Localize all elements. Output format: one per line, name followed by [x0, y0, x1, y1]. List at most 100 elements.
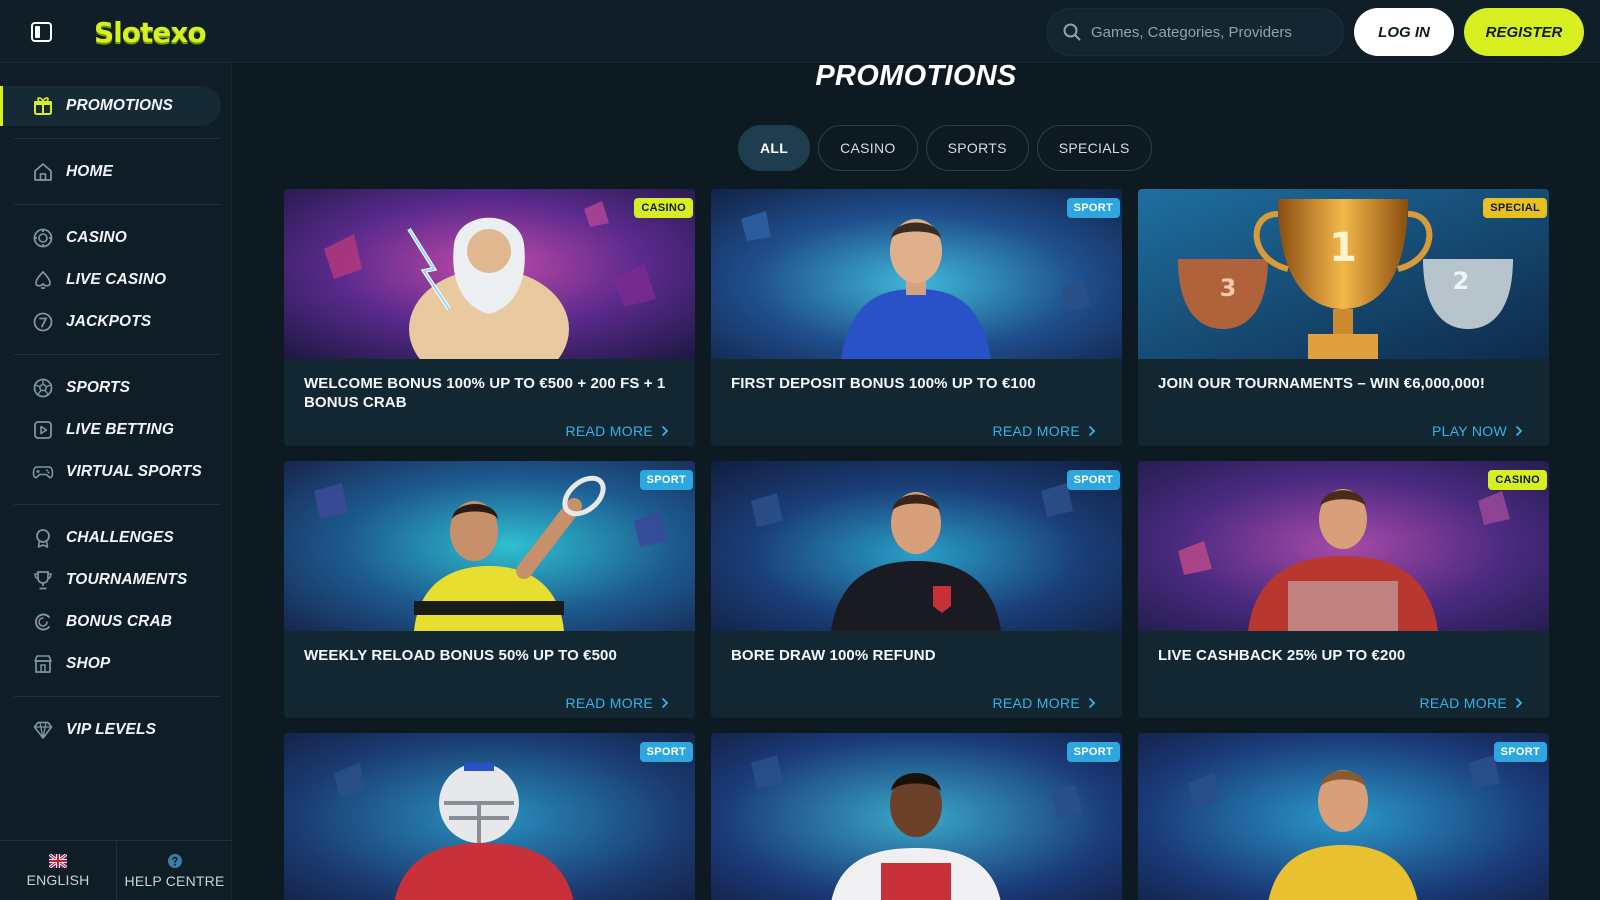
promo-card[interactable]: SPORT	[711, 733, 1122, 900]
tab-sports[interactable]: SPORTS	[925, 125, 1029, 171]
svg-text:3: 3	[1220, 274, 1237, 302]
sidebar-item-tournaments[interactable]: TOURNAMENTS	[0, 560, 221, 600]
help-icon	[167, 854, 182, 868]
category-badge: CASINO	[1488, 470, 1547, 490]
promo-image-tennis-player	[284, 461, 695, 631]
sidebar-divider	[14, 504, 221, 505]
sidebar-item-casino[interactable]: CASINO	[0, 218, 221, 258]
trophy-icon	[34, 571, 52, 590]
jackpot-icon	[33, 312, 53, 332]
sidebar-item-label: SPORTS	[66, 379, 131, 396]
slotexo-logo[interactable]: Slotexo	[94, 12, 207, 52]
promo-image-footballer	[711, 189, 1122, 359]
read-more-link[interactable]: READ MORE	[566, 422, 670, 440]
link-label: READ MORE	[992, 695, 1080, 711]
search-input[interactable]	[1091, 23, 1331, 41]
search-box[interactable]	[1046, 8, 1344, 56]
top-bar: Slotexo LOG IN REGISTER	[0, 0, 1600, 63]
promo-image-space-warrior	[1138, 461, 1549, 631]
chevron-right-icon	[1515, 425, 1523, 437]
category-badge: SPORT	[639, 742, 693, 762]
register-button[interactable]: REGISTER	[1464, 8, 1584, 56]
category-badge: SPECIAL	[1483, 198, 1547, 218]
login-button[interactable]: LOG IN	[1354, 8, 1454, 56]
promo-card[interactable]: SPORT	[1138, 733, 1549, 900]
sidebar-divider	[14, 696, 221, 697]
sidebar-item-label: LIVE BETTING	[66, 421, 174, 438]
sidebar-item-live-casino[interactable]: LIVE CASINO	[0, 260, 221, 300]
gamepad-icon	[32, 466, 54, 479]
sidebar-item-label: TOURNAMENTS	[66, 571, 188, 588]
sidebar-divider	[14, 138, 221, 139]
promo-title: WELCOME BONUS 100% UP TO €500 + 200 FS +…	[304, 375, 666, 411]
sidebar-footer: ENGLISH HELP CENTRE	[0, 840, 232, 900]
sidebar-item-shop[interactable]: SHOP	[0, 644, 221, 684]
soccer-ball-icon	[33, 378, 53, 398]
sidebar-item-jackpots[interactable]: JACKPOTS	[0, 302, 221, 342]
crab-icon	[34, 613, 50, 631]
category-badge: SPORT	[639, 470, 693, 490]
sidebar-item-label: CASINO	[66, 229, 127, 246]
promo-image-zeus	[284, 189, 695, 359]
sidebar-item-label: JACKPOTS	[66, 313, 152, 330]
sidebar-item-sports[interactable]: SPORTS	[0, 368, 221, 408]
promo-title: FIRST DEPOSIT BONUS 100% UP TO €100	[731, 375, 1036, 392]
promo-card[interactable]: CASINO WELCOME BONUS 100% UP TO €500 + 2…	[284, 189, 695, 446]
promo-title: BORE DRAW 100% REFUND	[731, 647, 936, 664]
sidebar-item-label: VIP LEVELS	[66, 721, 157, 738]
sidebar-item-label: HOME	[66, 163, 113, 180]
read-more-link[interactable]: READ MORE	[993, 694, 1097, 712]
play-icon	[34, 421, 52, 439]
sidebar-item-label: VIRTUAL SPORTS	[66, 463, 202, 480]
chevron-right-icon	[1515, 697, 1523, 709]
promotion-filter-tabs: ALL CASINO SPORTS SPECIALS	[738, 125, 1152, 171]
link-label: READ MORE	[565, 423, 653, 439]
sidebar-item-label: PROMOTIONS	[66, 97, 173, 114]
sidebar-item-label: LIVE CASINO	[66, 271, 167, 288]
sidebar: PROMOTIONS HOME CASINO LIVE CASINO JACKP…	[0, 63, 232, 900]
promo-image-basketball-player	[1138, 733, 1549, 900]
svg-text:1: 1	[1329, 225, 1357, 271]
promo-image-celebrating-player	[711, 733, 1122, 900]
casino-chip-icon	[33, 228, 53, 248]
sidebar-item-live-betting[interactable]: LIVE BETTING	[0, 410, 221, 450]
chevron-right-icon	[661, 697, 669, 709]
link-label: READ MORE	[1419, 695, 1507, 711]
sidebar-item-label: SHOP	[66, 655, 111, 672]
shop-icon	[34, 655, 52, 673]
sidebar-item-bonus-crab[interactable]: BONUS CRAB	[0, 602, 221, 642]
live-casino-icon	[35, 270, 51, 289]
promo-title: LIVE CASHBACK 25% UP TO €200	[1158, 647, 1406, 664]
category-badge: SPORT	[1066, 198, 1120, 218]
uk-flag-icon	[49, 854, 67, 868]
language-selector[interactable]: ENGLISH	[0, 841, 116, 900]
promo-card[interactable]: 1 2 3 SPECIAL JOIN OUR TOURNAMENTS – WIN…	[1138, 189, 1549, 446]
read-more-link[interactable]: READ MORE	[1420, 694, 1524, 712]
sidebar-item-promotions[interactable]: PROMOTIONS	[0, 86, 221, 126]
category-badge: SPORT	[1066, 470, 1120, 490]
tab-specials[interactable]: SPECIALS	[1036, 125, 1152, 171]
sidebar-item-home[interactable]: HOME	[0, 152, 221, 192]
tab-all[interactable]: ALL	[738, 125, 811, 171]
sidebar-item-challenges[interactable]: CHALLENGES	[0, 518, 221, 558]
page-title: PROMOTIONS	[815, 60, 1017, 92]
read-more-link[interactable]: READ MORE	[566, 694, 670, 712]
help-centre-button[interactable]: HELP CENTRE	[116, 841, 232, 900]
tab-casino[interactable]: CASINO	[818, 125, 918, 171]
promo-card[interactable]: SPORT BORE DRAW 100% REFUND READ MORE	[711, 461, 1122, 718]
promo-card[interactable]: SPORT FIRST DEPOSIT BONUS 100% UP TO €10…	[711, 189, 1122, 446]
sidebar-item-vip-levels[interactable]: VIP LEVELS	[0, 710, 221, 750]
category-badge: SPORT	[1066, 742, 1120, 762]
promo-card[interactable]: CASINO LIVE CASHBACK 25% UP TO €200 READ…	[1138, 461, 1549, 718]
read-more-link[interactable]: READ MORE	[993, 422, 1097, 440]
sidebar-item-label: CHALLENGES	[66, 529, 174, 546]
sidebar-divider	[14, 204, 221, 205]
sidebar-item-virtual-sports[interactable]: VIRTUAL SPORTS	[0, 452, 221, 492]
category-badge: SPORT	[1493, 742, 1547, 762]
play-now-link[interactable]: PLAY NOW	[1432, 422, 1523, 440]
diamond-icon	[33, 721, 53, 739]
link-label: READ MORE	[565, 695, 653, 711]
promo-card[interactable]: SPORT WEEKLY RELOAD BONUS 50% UP TO €500…	[284, 461, 695, 718]
sidebar-toggle-icon[interactable]	[29, 20, 55, 44]
promo-card[interactable]: SPORT	[284, 733, 695, 900]
